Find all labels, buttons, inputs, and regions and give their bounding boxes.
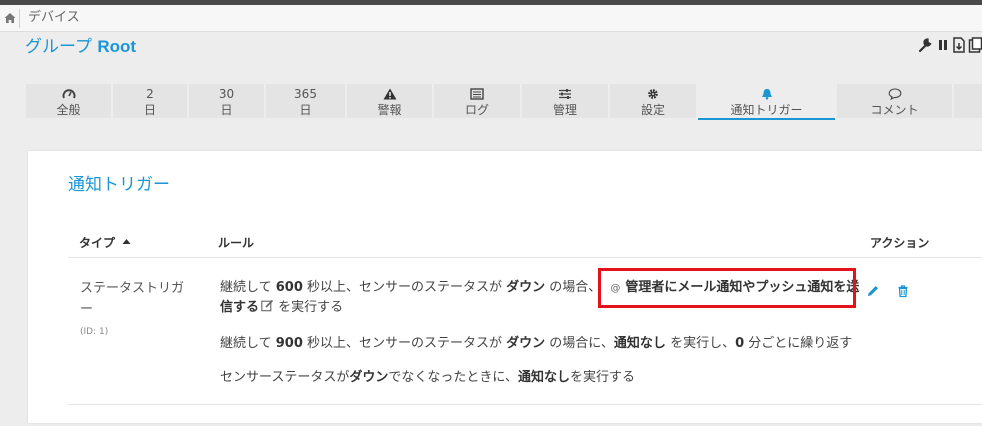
tab-label: 設定 (640, 103, 665, 117)
clone-icon[interactable] (968, 37, 982, 53)
delete-trash-icon[interactable] (896, 284, 910, 298)
tab-management[interactable]: 管理 (522, 84, 608, 118)
rule-text: を実行する (274, 300, 344, 315)
active-tab-underline (698, 118, 835, 120)
sliders-icon (559, 89, 571, 99)
trigger-type: ステータストリガー (80, 281, 185, 317)
tab-log[interactable]: ログ (434, 84, 520, 118)
rule-text: 秒以上、センサーのステータスが (302, 280, 507, 295)
sort-ascending-icon (122, 239, 131, 244)
trigger-id: (ID: 1) (80, 327, 109, 337)
tab-365-days[interactable]: 365 日 (266, 84, 345, 118)
rule-value: ダウン (506, 280, 546, 295)
rule-text: を実行し、 (665, 336, 736, 351)
highlight-annotation (598, 268, 856, 308)
column-header-type-label: タイプ (79, 236, 116, 250)
tab-number: 2 (146, 87, 154, 101)
tab-label: 管理 (552, 103, 577, 117)
rule-text: 分ごとに繰り返す (744, 336, 853, 351)
rule-text: を実行する (570, 370, 636, 385)
column-header-type[interactable]: タイプ (79, 235, 131, 251)
tab-2-days[interactable]: 2 日 (113, 84, 187, 118)
edit-note-icon[interactable] (261, 299, 274, 312)
tab-overview[interactable]: 全般 (26, 84, 111, 118)
rule-text: でなくなったときに、 (388, 370, 518, 385)
page-toolbar (918, 37, 982, 55)
rule-value: 通知なし (613, 336, 666, 351)
breadcrumb-separator (19, 9, 20, 28)
home-icon[interactable] (4, 12, 16, 24)
header-divider (68, 257, 982, 258)
rule-value: 通知なし (518, 370, 571, 385)
export-icon[interactable] (952, 37, 966, 53)
tab-bar: 全般 2 日 30 日 365 日 警報 ログ 管理 設定 通知トリガー コメン… (26, 84, 982, 120)
rule-text: 継続して (220, 336, 276, 351)
tab-label: 日 (143, 103, 156, 117)
breadcrumb-item-devices[interactable]: デバイス (28, 9, 80, 27)
rule-line-2: 継続して 900 秒以上、センサーのステータスが ダウン の場合に、通知なし を… (220, 334, 852, 354)
notification-triggers-panel: 通知トリガー タイプ ルール アクション ステータストリガー (ID: 1) 継… (28, 151, 982, 423)
tab-more[interactable] (954, 84, 982, 118)
rule-text: の場合、 (545, 280, 602, 295)
tab-number: 30 (218, 87, 235, 101)
tab-label: 日 (299, 103, 312, 117)
bell-icon (761, 89, 772, 100)
tab-30-days[interactable]: 30 日 (189, 84, 264, 118)
rule-value: 900 (275, 336, 303, 351)
notification-action-link-cont[interactable]: 信する (220, 300, 259, 315)
tab-label: コメント (870, 103, 919, 117)
rule-value: ダウン (349, 370, 389, 385)
rule-text: の場合に、 (545, 336, 614, 351)
page-title-prefix: グループ (25, 37, 92, 57)
tab-label: 警報 (377, 103, 402, 117)
tab-notification-triggers[interactable]: 通知トリガー (698, 84, 835, 120)
page-title-group-name: Root (97, 37, 137, 56)
rule-value: 600 (275, 280, 303, 295)
rule-line-1-cont: 信する を実行する (220, 298, 343, 318)
breadcrumb: デバイス (0, 5, 982, 32)
tab-number: 365 (294, 87, 317, 101)
column-header-rule: ルール (218, 236, 255, 250)
wrench-icon[interactable] (918, 37, 932, 53)
tab-settings[interactable]: 設定 (610, 84, 696, 118)
rule-value: 0 (735, 336, 745, 351)
list-icon (470, 88, 484, 100)
tab-label: ログ (464, 103, 489, 117)
tab-alarms[interactable]: 警報 (347, 84, 432, 118)
tab-comments[interactable]: コメント (837, 84, 952, 118)
warning-icon (383, 88, 396, 100)
edit-pencil-icon[interactable] (866, 284, 880, 298)
rule-text: 継続して (220, 280, 276, 295)
rule-text: センサーステータスが (220, 370, 350, 385)
gear-icon (648, 89, 658, 99)
rule-text: 秒以上、センサーのステータスが (302, 336, 507, 351)
comment-icon (888, 88, 901, 100)
column-header-action: アクション (870, 236, 930, 250)
gauge-icon (62, 89, 75, 99)
rule-line-3: センサーステータスがダウンでなくなったときに、通知なしを実行する (220, 368, 635, 388)
panel-title: 通知トリガー (68, 175, 170, 195)
tab-label: 通知トリガー (730, 103, 803, 117)
tab-label: 全般 (56, 103, 81, 117)
rule-value: ダウン (506, 336, 546, 351)
page-title: グループ Root (25, 36, 136, 58)
row-divider (68, 404, 982, 405)
pause-icon[interactable] (936, 37, 950, 53)
tab-label: 日 (220, 103, 233, 117)
